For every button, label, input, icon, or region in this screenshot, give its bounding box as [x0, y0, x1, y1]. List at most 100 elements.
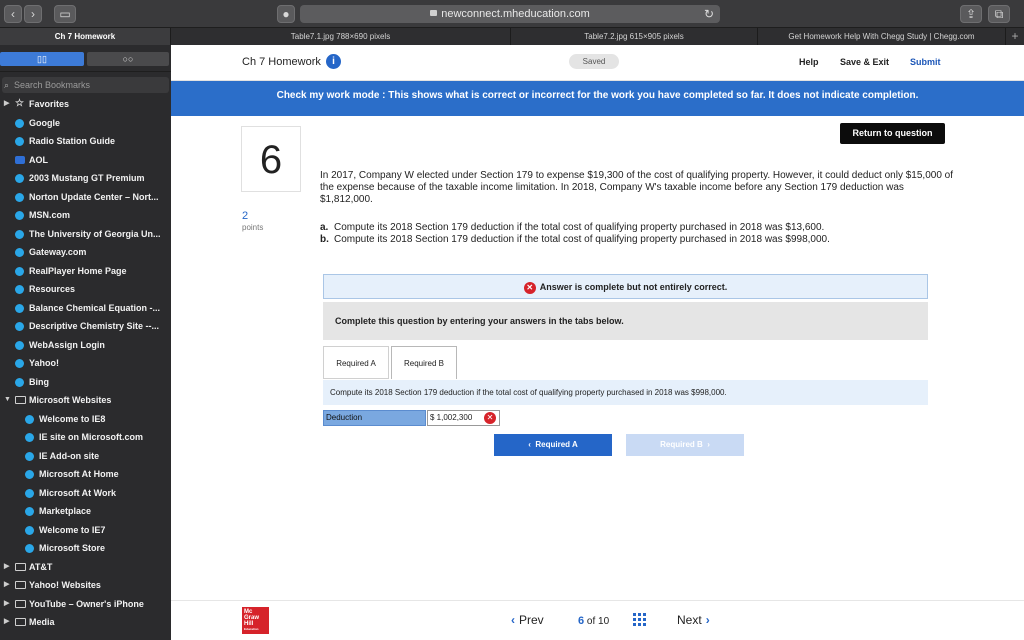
submit-button[interactable]: Submit — [910, 57, 941, 67]
globe-icon — [15, 285, 24, 294]
tab-chegg[interactable]: Get Homework Help With Chegg Study | Che… — [758, 28, 1006, 45]
bookmarks-sidebar: ▯▯ ○○ ⌕ Search Bookmarks ▶ ☆ Favorites Googl… — [0, 45, 171, 640]
return-to-question-button[interactable]: Return to question — [840, 123, 945, 144]
bookmark-label: Gateway.com — [29, 247, 87, 257]
globe-icon — [25, 414, 34, 424]
bookmark-item[interactable]: WebAssign Login — [0, 336, 171, 355]
prev-button[interactable]: ‹ Prev — [511, 613, 544, 627]
chevron-right-icon: › — [705, 613, 710, 627]
disclosure-closed-icon[interactable]: ▶ — [4, 95, 9, 114]
help-button[interactable]: Help — [799, 57, 819, 67]
page-total: of 10 — [586, 616, 610, 627]
disclosure-closed-icon[interactable]: ▶ — [4, 558, 9, 577]
bookmark-label: Welcome to IE8 — [39, 413, 106, 424]
reload-icon[interactable]: ↻ — [704, 5, 714, 23]
bookmark-item[interactable]: AOL — [0, 151, 171, 170]
bookmark-item[interactable]: Microsoft At Home — [0, 465, 171, 484]
globe-icon — [15, 229, 24, 239]
share-button[interactable]: ⇪ — [960, 5, 982, 23]
required-b-prompt: Compute its 2018 Section 179 deduction i… — [323, 380, 928, 405]
bookmark-label: Welcome to IE7 — [39, 524, 106, 535]
bookmark-item[interactable]: ▶ YouTube – Owner's iPhone — [0, 595, 171, 614]
go-required-a-label: Required A — [535, 440, 578, 449]
bookmark-item[interactable]: Norton Update Center – Nort... — [0, 188, 171, 207]
bookmark-label: Favorites — [29, 99, 70, 109]
disclosure-open-icon[interactable]: ▼ — [4, 391, 11, 410]
bookmark-item[interactable]: MSN.com — [0, 206, 171, 225]
bookmark-label: MSN.com — [29, 210, 71, 220]
bookmarks-list: ▶ ☆ Favorites Google Radio Station Guide AOL 2… — [0, 95, 171, 632]
grid-icon[interactable] — [633, 613, 646, 626]
bookmark-label: Resources — [29, 284, 76, 294]
question-content: Return to question 6 2 points In 2017, C… — [171, 116, 1024, 600]
tab-required-a[interactable]: Required A — [323, 346, 389, 379]
disclosure-closed-icon[interactable]: ▶ — [4, 576, 9, 595]
bookmarks-search-input[interactable]: ⌕ Search Bookmarks — [2, 77, 169, 93]
info-icon[interactable]: i — [326, 54, 341, 69]
bookmark-item[interactable]: Bing — [0, 373, 171, 392]
forward-button[interactable]: › — [24, 5, 42, 23]
back-button[interactable]: ‹ — [4, 5, 22, 23]
part-b: b. Compute its 2018 Section 179 deduction… — [320, 234, 955, 246]
bookmark-item[interactable]: The University of Georgia Un... — [0, 225, 171, 244]
shield-icon[interactable]: ● — [277, 5, 295, 23]
bookmark-item[interactable]: 2003 Mustang GT Premium — [0, 169, 171, 188]
bookmark-item[interactable]: Balance Chemical Equation -... — [0, 299, 171, 318]
folder-icon — [15, 396, 26, 404]
go-required-b-label: Required B — [660, 440, 703, 449]
bookmark-item[interactable]: Yahoo! — [0, 354, 171, 373]
bookmark-item[interactable]: Marketplace — [0, 502, 171, 521]
logo-text: Mc Graw Hill — [244, 609, 260, 627]
bookmark-item[interactable]: ▶ AT&T — [0, 558, 171, 577]
go-required-a-button[interactable]: ‹ Required A — [494, 434, 612, 456]
folder-icon — [15, 581, 26, 589]
disclosure-closed-icon[interactable]: ▶ — [4, 613, 9, 632]
globe-icon — [15, 137, 24, 146]
bookmark-label: WebAssign Login — [29, 339, 105, 350]
bookmark-item[interactable]: ▼ Microsoft Websites — [0, 391, 171, 410]
bookmark-item[interactable]: RealPlayer Home Page — [0, 262, 171, 281]
globe-icon — [25, 544, 34, 553]
globe-icon — [25, 488, 34, 498]
sidebar-toggle-button[interactable]: ▭ — [54, 5, 76, 23]
bookmark-item[interactable]: Resources — [0, 280, 171, 299]
folder-icon — [15, 618, 26, 626]
globe-icon — [15, 377, 24, 387]
bookmark-item[interactable]: ▶ ☆ Favorites — [0, 95, 171, 114]
bookmark-item[interactable]: Google — [0, 114, 171, 133]
url-text: newconnect.mheducation.com — [441, 8, 590, 20]
bookmark-item[interactable]: IE Add-on site — [0, 447, 171, 466]
bookmark-label: The University of Georgia Un... — [29, 228, 161, 239]
bookmark-item[interactable]: Radio Station Guide — [0, 132, 171, 151]
globe-icon — [15, 322, 24, 331]
tab-required-b[interactable]: Required B — [391, 346, 457, 379]
bookmark-item[interactable]: Descriptive Chemistry Site --... — [0, 317, 171, 336]
bookmark-item[interactable]: ▶ Yahoo! Websites — [0, 576, 171, 595]
tab-table72[interactable]: Table7.2.jpg 615×905 pixels — [511, 28, 758, 45]
new-tab-button[interactable]: + — [1006, 28, 1024, 45]
points-value: 2 — [242, 210, 249, 222]
go-required-b-button[interactable]: Required B › — [626, 434, 744, 456]
logo-subtext: Education — [244, 627, 259, 631]
deduction-input[interactable]: $ 1,002,300 ✕ — [427, 410, 500, 426]
bookmark-item[interactable]: ▶ Media — [0, 613, 171, 632]
bookmark-item[interactable]: IE site on Microsoft.com — [0, 428, 171, 447]
part-b-text: Compute its 2018 Section 179 deduction i… — [334, 234, 830, 245]
reading-list-tab[interactable]: ○○ — [87, 52, 169, 66]
globe-icon — [25, 433, 34, 442]
bookmark-item[interactable]: Welcome to IE8 — [0, 410, 171, 429]
bookmark-item[interactable]: Microsoft At Work — [0, 484, 171, 503]
save-exit-button[interactable]: Save & Exit — [840, 57, 889, 67]
bookmark-item[interactable]: Gateway.com — [0, 243, 171, 262]
address-bar[interactable]: newconnect.mheducation.com ↻ — [300, 5, 720, 23]
tab-table71[interactable]: Table7.1.jpg 788×690 pixels — [171, 28, 511, 45]
tab-ch7-homework[interactable]: Ch 7 Homework — [0, 28, 171, 45]
disclosure-closed-icon[interactable]: ▶ — [4, 595, 9, 614]
bookmark-label: Microsoft Websites — [29, 395, 112, 405]
tabs-overview-button[interactable]: ⧉ — [988, 5, 1010, 23]
bookmark-item[interactable]: Welcome to IE7 — [0, 521, 171, 540]
next-button[interactable]: Next › — [677, 613, 710, 627]
bookmark-item[interactable]: Microsoft Store — [0, 539, 171, 558]
bookmarks-tab[interactable]: ▯▯ — [0, 52, 84, 66]
bookmark-label: Yahoo! Websites — [29, 580, 101, 590]
